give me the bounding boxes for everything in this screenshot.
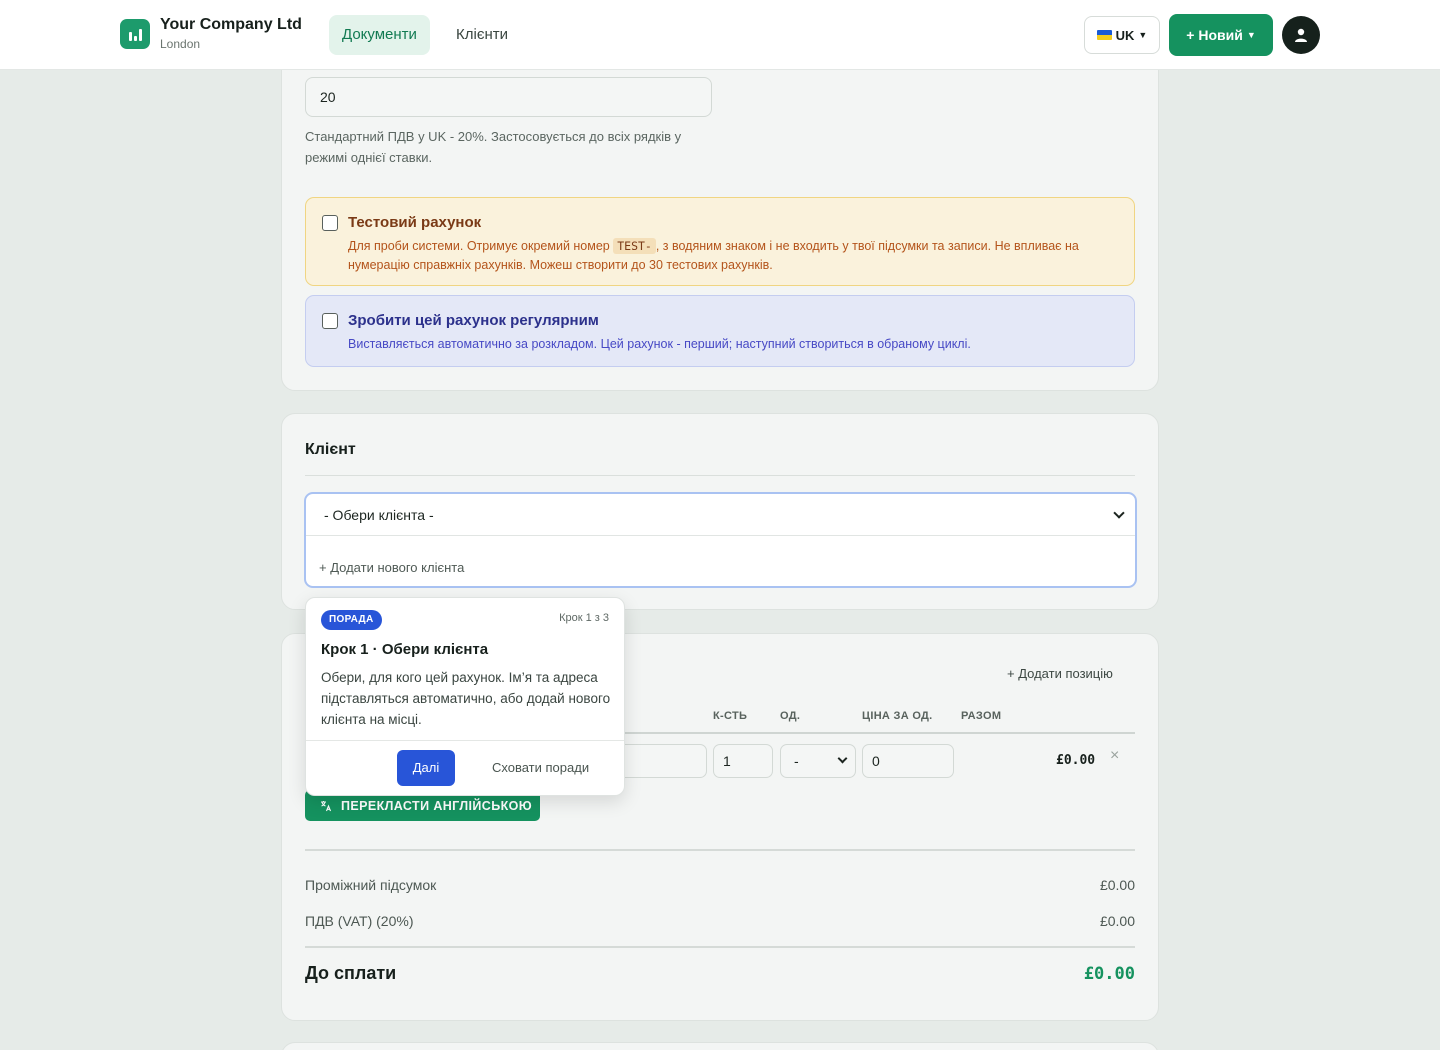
tip-next-button[interactable]: Далі xyxy=(397,750,455,786)
company-name: Your Company Ltd xyxy=(160,16,302,33)
add-new-client-link[interactable]: + Додати нового клієнта xyxy=(319,560,464,575)
onboarding-tip-popover: ПОРАДА Крок 1 з 3 Крок 1 · Обери клієнта… xyxy=(305,597,625,796)
item-qty-input[interactable]: 1 xyxy=(713,744,773,778)
vat-rate-input[interactable]: 20 xyxy=(305,77,712,117)
recurring-invoice-option: Зробити цей рахунок регулярним Виставляє… xyxy=(305,295,1135,367)
subtotal-value: £0.00 xyxy=(1099,877,1135,893)
user-icon xyxy=(1295,28,1307,42)
recurring-desc: Виставляється автоматично за розкладом. … xyxy=(348,337,971,351)
test-invoice-checkbox[interactable] xyxy=(322,215,338,231)
new-document-button[interactable]: + Новий ▼ xyxy=(1169,14,1273,56)
divider xyxy=(305,849,1135,851)
client-select-value: - Обери клієнта - xyxy=(324,507,434,523)
hide-tips-button[interactable]: Сховати поради xyxy=(492,760,589,775)
vat-label: ПДВ (VAT) (20%) xyxy=(305,913,414,929)
client-select[interactable]: - Обери клієнта - xyxy=(306,494,1135,536)
test-invoice-desc: Для проби системи. Отримує окремий номер… xyxy=(348,238,1079,272)
column-header-total: РАЗОМ xyxy=(961,710,1002,722)
language-label: UK xyxy=(1115,27,1135,43)
tip-title: Крок 1 · Обери клієнта xyxy=(321,641,489,658)
item-row-total: £0.00 xyxy=(1056,753,1096,768)
subtotal-label: Проміжний підсумок xyxy=(305,877,437,893)
ukraine-flag-icon xyxy=(1096,30,1112,40)
chevron-down-icon xyxy=(837,753,848,764)
item-unit-select[interactable]: - xyxy=(780,744,856,778)
client-picker: - Обери клієнта - + Додати нового клієнт… xyxy=(304,492,1137,588)
remove-item-icon[interactable]: × xyxy=(1110,747,1119,765)
column-header-unit-price: ЦІНА ЗА ОД. xyxy=(862,710,933,722)
column-header-qty: К-СТЬ xyxy=(713,710,748,722)
test-invoice-option: Тестовий рахунок Для проби системи. Отри… xyxy=(305,197,1135,286)
tab-documents[interactable]: Документи xyxy=(329,15,430,55)
recurring-checkbox[interactable] xyxy=(322,313,338,329)
language-selector[interactable]: UK ▼ xyxy=(1084,16,1160,54)
divider xyxy=(305,946,1135,948)
caret-down-icon: ▼ xyxy=(1246,30,1256,40)
vat-hint: Стандартний ПДВ у UK - 20%. Застосовуєть… xyxy=(305,129,682,165)
add-position-link[interactable]: + Додати позицію xyxy=(1007,666,1113,681)
chevron-down-icon xyxy=(1113,507,1125,519)
item-unit-value: - xyxy=(794,753,799,769)
brand[interactable]: Your Company Ltd London xyxy=(120,16,302,52)
tip-step-counter: Крок 1 з 3 xyxy=(559,612,609,624)
tab-clients[interactable]: Клієнти xyxy=(443,15,521,55)
translate-button-label: ПЕРЕКЛАСТИ АНГЛІЙСЬКОЮ xyxy=(341,798,533,813)
top-navbar: Your Company Ltd London Документи Клієнт… xyxy=(0,0,1440,70)
divider xyxy=(305,475,1135,476)
client-section-title: Клієнт xyxy=(305,441,356,458)
column-header-unit: ОД. xyxy=(780,710,801,722)
translate-icon xyxy=(321,800,332,811)
chart-logo-icon xyxy=(120,19,150,49)
test-invoice-title: Тестовий рахунок xyxy=(348,214,482,231)
item-price-input[interactable]: 0 xyxy=(862,744,954,778)
user-avatar[interactable] xyxy=(1282,16,1320,54)
tip-text: Обери, для кого цей рахунок. Ім’я та адр… xyxy=(321,670,611,727)
vat-value: £0.00 xyxy=(1099,913,1135,929)
new-button-label: + Новий xyxy=(1186,27,1243,43)
tip-badge: ПОРАДА xyxy=(321,610,382,630)
divider xyxy=(306,740,624,741)
test-code-chip: TEST- xyxy=(613,238,656,254)
caret-down-icon: ▼ xyxy=(1138,30,1148,40)
next-section-card xyxy=(281,1042,1159,1050)
recurring-title: Зробити цей рахунок регулярним xyxy=(348,312,599,329)
amount-due-label: До сплати xyxy=(305,963,397,983)
amount-due-value: £0.00 xyxy=(1083,964,1135,984)
company-city: London xyxy=(160,37,201,51)
